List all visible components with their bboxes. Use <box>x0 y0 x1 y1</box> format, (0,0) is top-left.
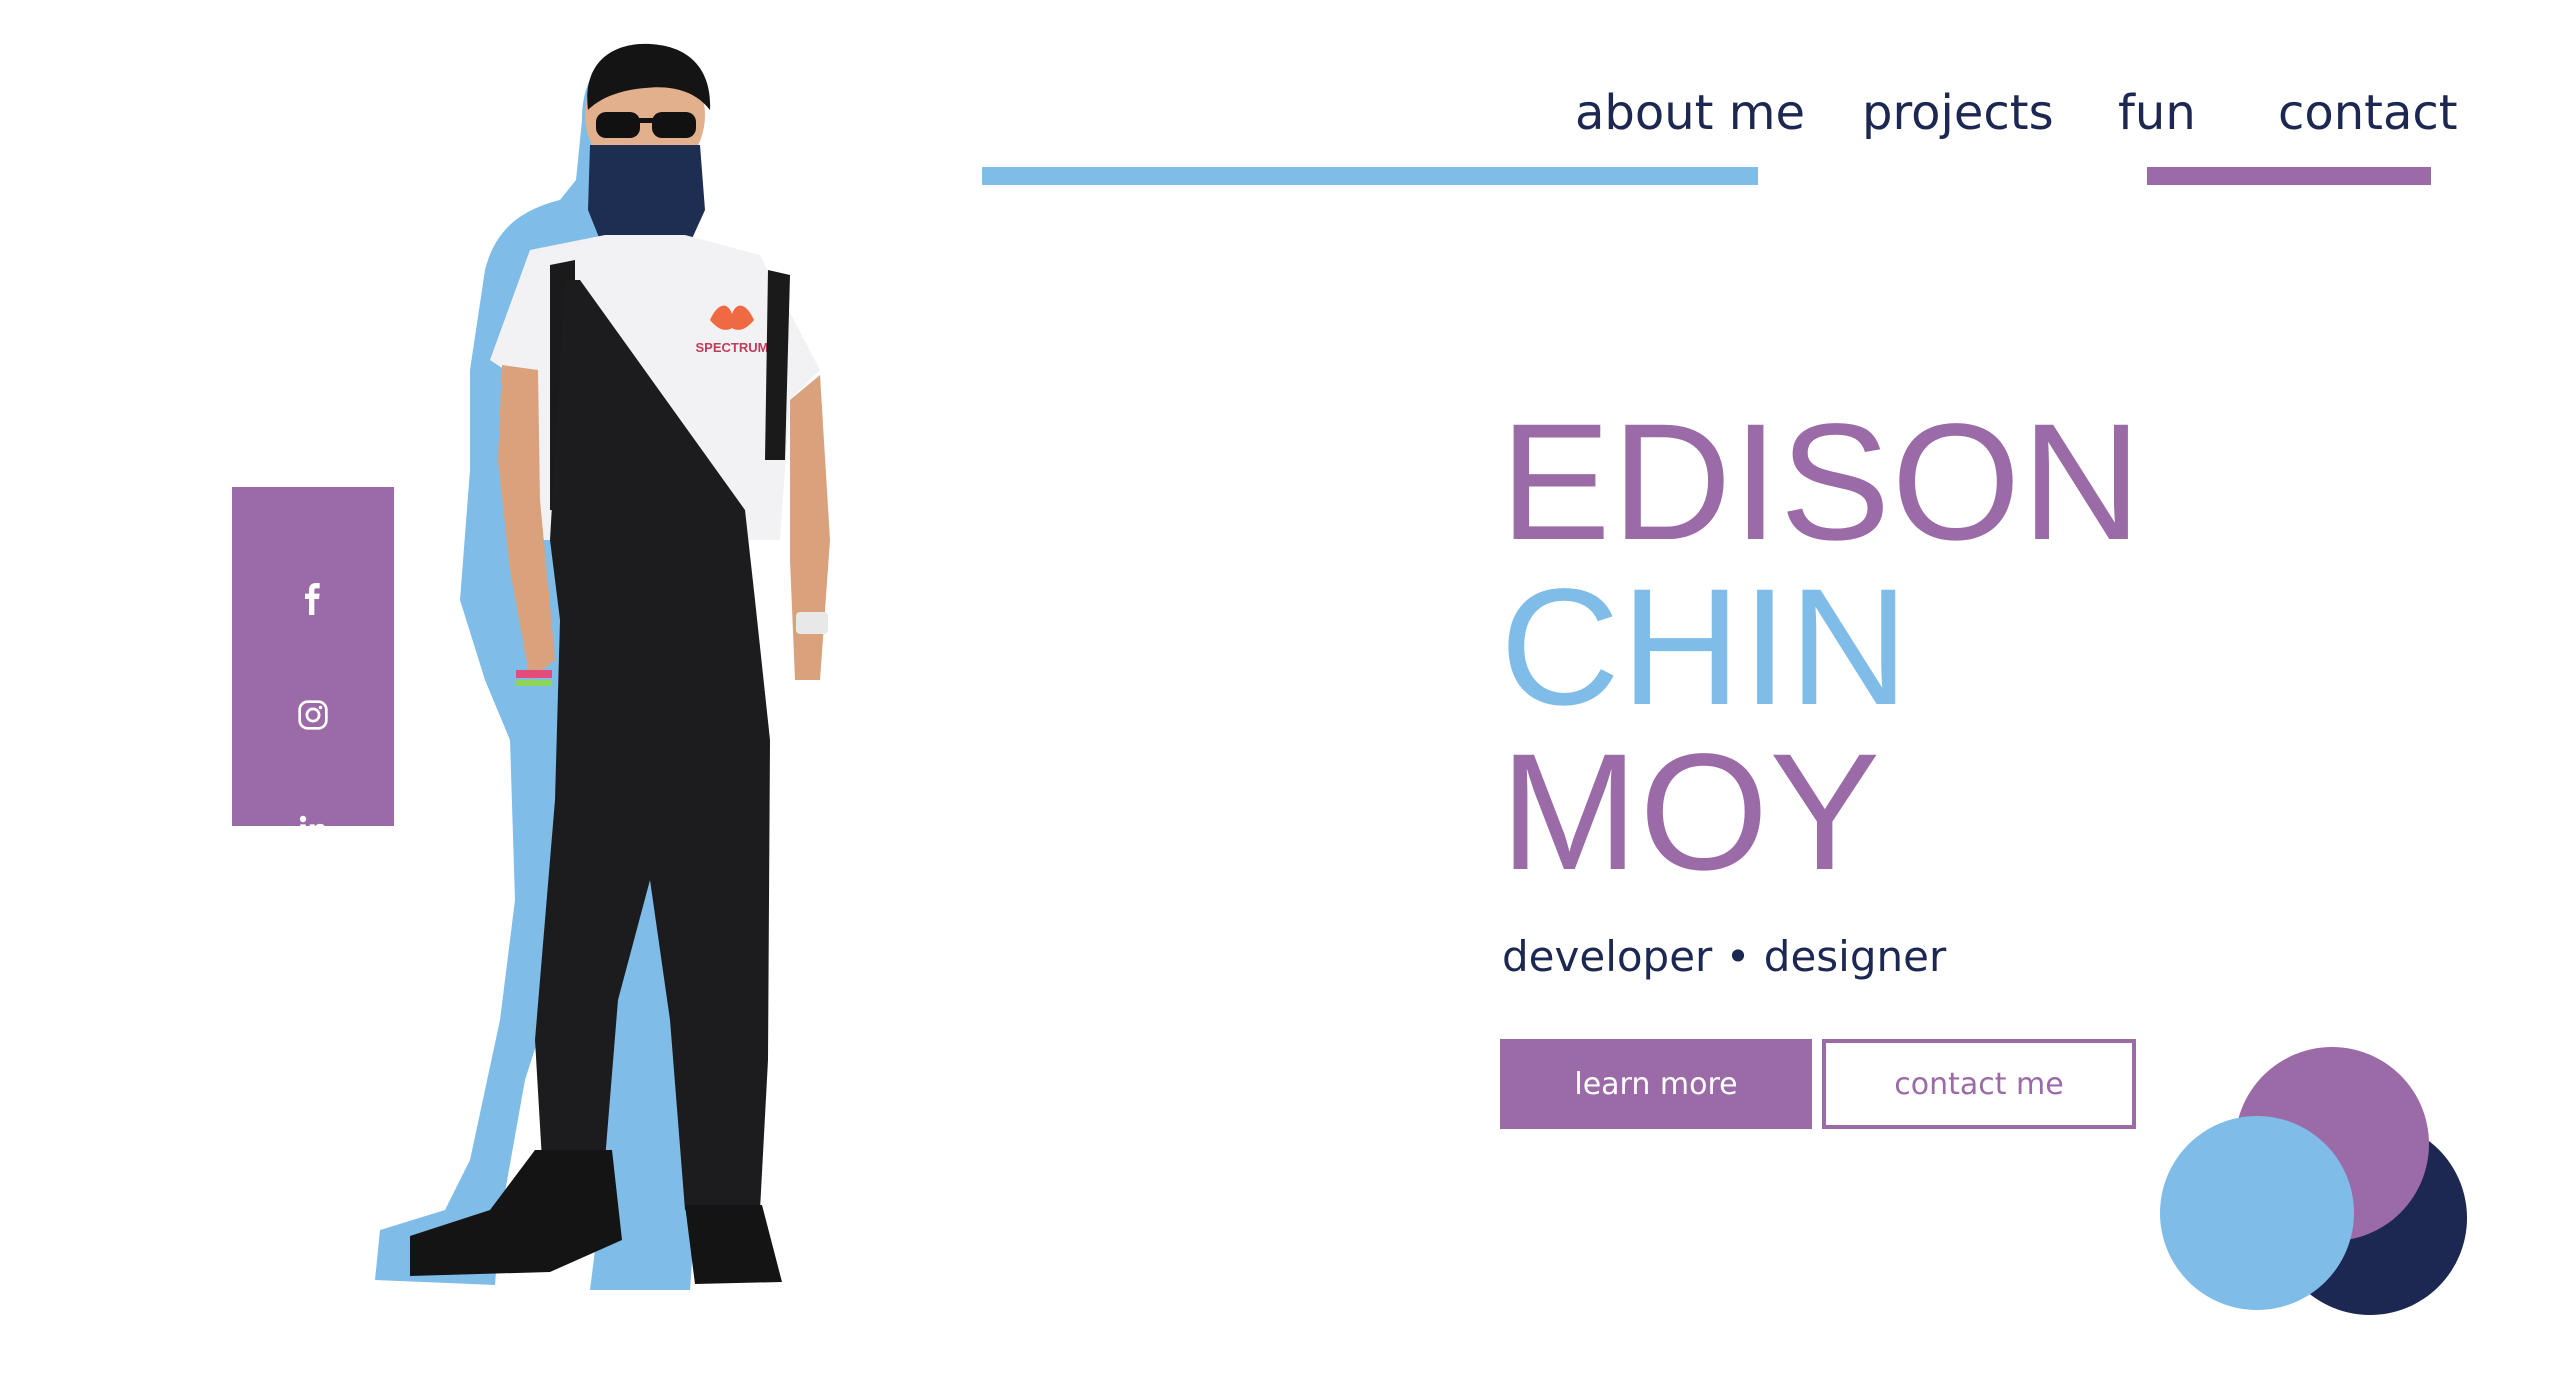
learn-more-button[interactable]: learn more <box>1500 1039 1812 1129</box>
profile-photo: SPECTRUM <box>375 43 830 1290</box>
facebook-icon <box>305 583 320 615</box>
instagram-link[interactable] <box>283 685 343 745</box>
hero-subtitle: developer • designer <box>1502 932 1947 981</box>
nav-about-me[interactable]: about me <box>1575 78 1805 148</box>
linkedin-link[interactable] <box>283 799 343 859</box>
nav-accent-bar-purple <box>2147 167 2431 185</box>
instagram-icon <box>298 700 328 730</box>
hero-name: EDISON CHIN MOY <box>1500 390 2400 905</box>
facebook-link[interactable] <box>283 569 343 629</box>
linkedin-icon <box>299 815 326 841</box>
name-last: MOY <box>1500 720 1882 905</box>
nav-projects[interactable]: projects <box>1862 78 2054 148</box>
nav-accent-bar-blue <box>982 167 1758 185</box>
name-first: EDISON <box>1500 390 2143 575</box>
nav-fun[interactable]: fun <box>2118 78 2196 148</box>
name-middle: CHIN <box>1500 555 1910 740</box>
contact-me-button[interactable]: contact me <box>1822 1039 2136 1129</box>
nav-contact[interactable]: contact <box>2278 78 2458 148</box>
shirt-logo-text: SPECTRUM <box>696 340 769 355</box>
decorative-circles <box>2160 1047 2467 1315</box>
